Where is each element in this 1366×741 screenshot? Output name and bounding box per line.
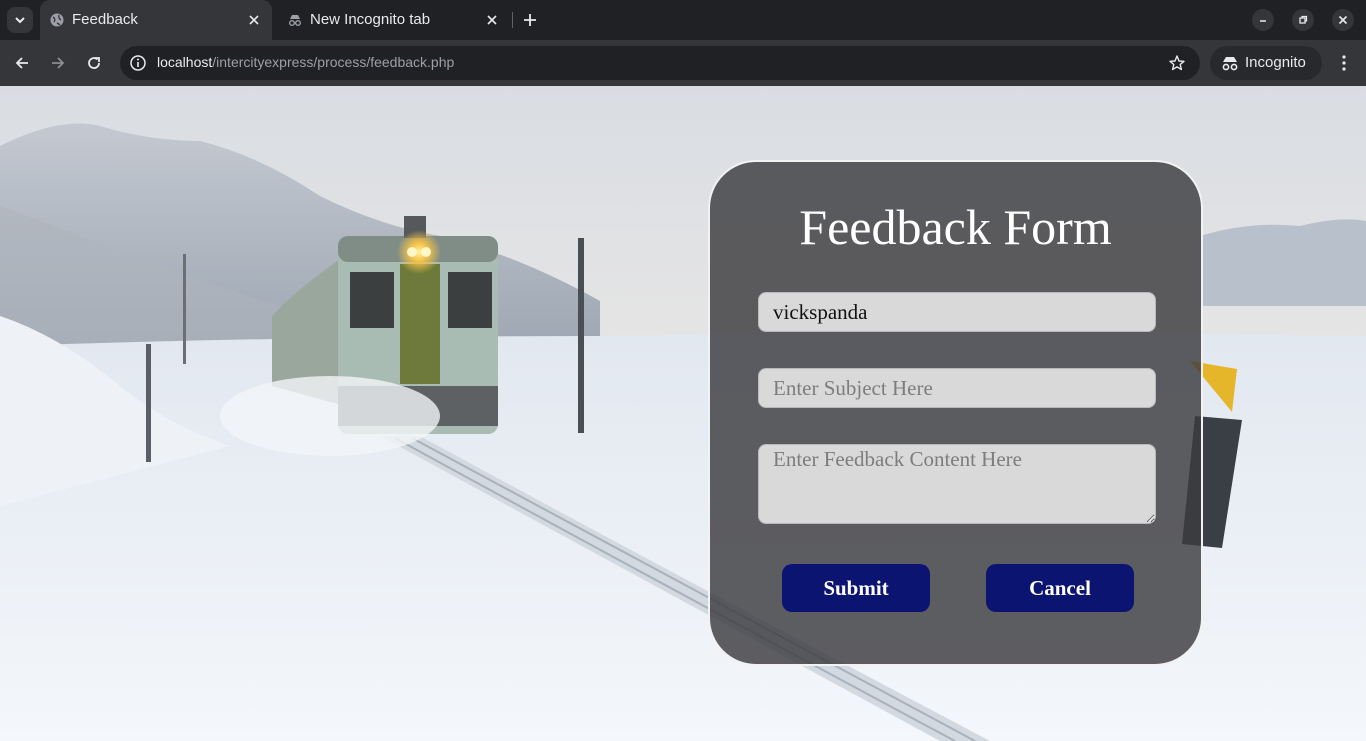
reload-button[interactable] [81,50,107,76]
close-window-button[interactable] [1332,9,1354,31]
subject-input[interactable] [758,368,1156,408]
new-tab-button[interactable] [519,9,541,31]
page-viewport: Feedback Form Submit Cancel [0,86,1366,741]
feedback-form: Feedback Form Submit Cancel [708,160,1203,666]
arrow-left-icon [15,57,28,69]
minimize-button[interactable] [1252,9,1274,31]
browser-menu-button[interactable] [1333,50,1355,76]
restore-icon [1299,15,1308,24]
tab-strip: Feedback New Incognito tab [0,0,1366,40]
globe-icon [50,13,64,27]
form-title: Feedback Form [799,199,1112,255]
username-input[interactable] [758,292,1156,332]
close-icon [1338,15,1348,25]
incognito-icon [1222,57,1238,71]
browser-toolbar: localhost/intercityexpress/process/feedb… [0,40,1366,86]
address-bar[interactable]: localhost/intercityexpress/process/feedb… [120,46,1200,80]
tab-feedback[interactable]: Feedback [40,0,272,40]
tab-new-incognito[interactable]: New Incognito tab [278,0,510,40]
reload-icon [88,57,100,69]
incognito-icon [289,15,301,26]
cancel-button[interactable]: Cancel [986,564,1134,612]
plus-icon [524,14,536,26]
forward-button[interactable] [45,50,71,76]
back-button[interactable] [9,50,35,76]
incognito-label: Incognito [1245,54,1306,71]
url-host: localhost [157,54,213,70]
minimize-icon [1260,20,1266,22]
chevron-down-icon [15,17,25,24]
more-vert-icon [1342,55,1346,71]
tab-search-button[interactable] [7,7,33,33]
close-icon [249,15,259,25]
tab-title: Feedback [72,11,138,28]
bookmark-star-icon[interactable] [1168,54,1186,72]
arrow-right-icon [52,57,65,69]
close-tab-button[interactable] [245,11,263,29]
url-path: /intercityexpress/process/feedback.php [212,54,455,70]
url-text[interactable]: localhost/intercityexpress/process/feedb… [157,54,454,70]
tab-title: New Incognito tab [310,11,431,28]
submit-button[interactable]: Submit [782,564,930,612]
tab-divider [512,12,513,28]
feedback-content-textarea[interactable] [758,444,1156,524]
close-tab-button[interactable] [483,11,501,29]
restore-button[interactable] [1292,9,1314,31]
close-icon [487,15,497,25]
incognito-profile-button[interactable]: Incognito [1210,46,1322,80]
site-info-icon[interactable] [129,54,147,72]
